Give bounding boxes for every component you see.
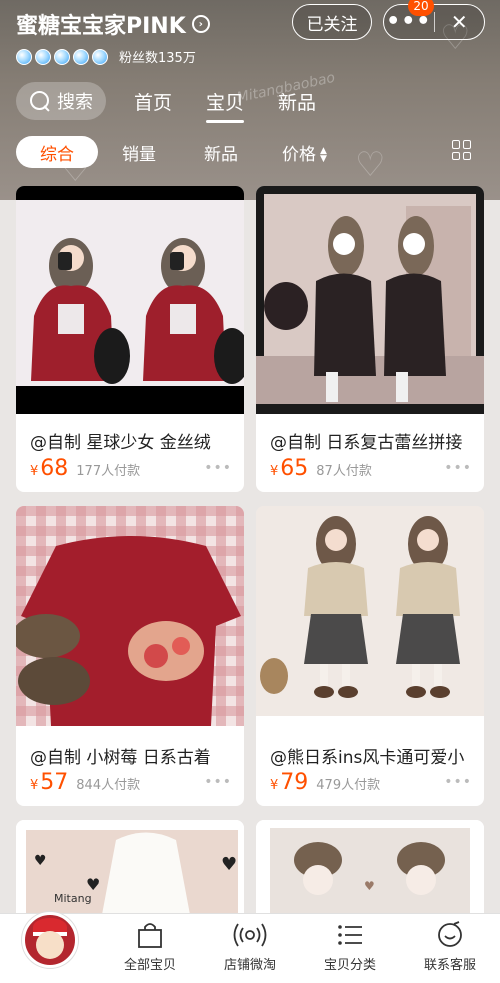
tab-products[interactable]: 宝贝 [206, 88, 245, 123]
filter-sales[interactable]: 销量 [122, 140, 156, 165]
shop-avatar[interactable] [22, 912, 78, 968]
product-title: @自制 星球少女 金丝绒 [30, 433, 211, 453]
filter-new[interactable]: 新品 [204, 140, 238, 165]
diamond-icon [35, 48, 51, 65]
product-price: 79 [280, 770, 309, 795]
nav-shop-feed-label: 店铺微淘 [223, 958, 276, 973]
search-button[interactable]: 搜索 [16, 82, 106, 120]
diamond-icon [54, 48, 70, 65]
currency-symbol: ¥ [270, 778, 279, 793]
filter-bar: 综合 销量 新品 价格 ▲ ▼ [0, 136, 500, 168]
product-title: @熊日系ins风卡通可爱小 [270, 748, 465, 768]
bottom-navigation: 全部宝贝 店铺微淘 宝贝分类 联系客服 [0, 912, 500, 983]
sold-count: 844人付款 [76, 778, 141, 793]
sold-count: 177人付款 [76, 464, 141, 479]
filter-comprehensive[interactable]: 综合 [16, 136, 98, 168]
nav-shop-feed[interactable]: 店铺微淘 [205, 920, 295, 973]
product-price: 57 [40, 770, 69, 795]
price-row: ¥ 65 87人付款 [270, 456, 372, 481]
diamond-icon [16, 48, 32, 65]
product-image [256, 506, 484, 716]
shop-level-row: 粉丝数135万 [16, 47, 196, 66]
mini-program-capsule: ••• ✕ [383, 4, 485, 40]
price-row: ¥ 57 844人付款 [30, 770, 140, 795]
more-options-icon[interactable]: ••• [444, 774, 472, 790]
close-icon[interactable]: ✕ [434, 10, 484, 34]
fans-count: 粉丝数135万 [119, 51, 196, 66]
shopping-bag-icon [105, 920, 195, 950]
product-card[interactable]: ♥ [256, 820, 484, 920]
search-label: 搜索 [57, 92, 93, 113]
sold-count: 479人付款 [316, 778, 381, 793]
price-row: ¥ 79 479人付款 [270, 770, 380, 795]
product-card[interactable]: @自制 小树莓 日系古着 ¥ 57 844人付款 ••• [16, 506, 244, 806]
product-photo [256, 506, 484, 716]
nav-categories[interactable]: 宝贝分类 [305, 920, 395, 973]
more-options-icon[interactable]: ••• [204, 460, 232, 476]
product-price: 65 [280, 456, 309, 481]
main-tabs: 首页 宝贝 新品 [134, 88, 316, 123]
product-photo: ♥ [256, 820, 484, 920]
nav-customer-service[interactable]: 联系客服 [405, 920, 495, 973]
nav-customer-service-label: 联系客服 [423, 958, 476, 973]
sold-count: 87人付款 [316, 464, 372, 479]
more-options-icon[interactable]: ••• [444, 460, 472, 476]
sort-arrows-icon: ▲ ▼ [320, 146, 327, 164]
shop-name-label: 蜜糖宝宝家PINK [16, 14, 186, 39]
product-photo: ♥ ♥ ♥ [16, 820, 244, 920]
avatar-face [36, 931, 64, 959]
svg-text:♥: ♥ [34, 853, 47, 869]
diamond-icon [92, 48, 108, 65]
grid-view-icon[interactable] [452, 140, 472, 160]
product-image [16, 186, 244, 414]
notification-badge: 20 [408, 0, 434, 16]
filter-price-label: 价格 [282, 145, 316, 165]
price-row: ¥ 68 177人付款 [30, 456, 140, 481]
nav-categories-label: 宝贝分类 [323, 958, 376, 973]
more-options-icon[interactable]: ••• [204, 774, 232, 790]
tab-home[interactable]: 首页 [134, 88, 172, 121]
product-photo [16, 506, 244, 726]
product-photo [256, 194, 484, 404]
product-title: @自制 日系复古蕾丝拼接 [270, 433, 463, 453]
currency-symbol: ¥ [30, 464, 39, 479]
diamond-icon [73, 48, 89, 65]
nav-all-products[interactable]: 全部宝贝 [105, 920, 195, 973]
tab-new[interactable]: 新品 [278, 88, 316, 121]
product-price: 68 [40, 456, 69, 481]
product-photo [16, 200, 244, 386]
product-card[interactable]: @自制 星球少女 金丝绒 ¥ 68 177人付款 ••• [16, 186, 244, 492]
currency-symbol: ¥ [270, 464, 279, 479]
image-watermark: Mitang [54, 892, 92, 905]
search-icon [29, 90, 51, 112]
product-image [256, 186, 484, 414]
product-image [16, 506, 244, 726]
filter-price[interactable]: 价格 ▲ ▼ [282, 140, 327, 165]
list-icon [305, 920, 395, 950]
currency-symbol: ¥ [30, 778, 39, 793]
product-card[interactable]: @自制 日系复古蕾丝拼接 ¥ 65 87人付款 ••• [256, 186, 484, 492]
svg-text:♥: ♥ [221, 854, 237, 875]
product-card[interactable]: @熊日系ins风卡通可爱小 ¥ 79 479人付款 ••• [256, 506, 484, 806]
broadcast-icon [205, 920, 295, 950]
product-card[interactable]: ♥ ♥ ♥ Mitang [16, 820, 244, 920]
product-title: @自制 小树莓 日系古着 [30, 748, 211, 768]
chevron-right-icon: › [191, 15, 210, 33]
shop-name[interactable]: 蜜糖宝宝家PINK › [16, 8, 210, 40]
chat-icon [405, 920, 495, 950]
svg-text:♥: ♥ [364, 879, 375, 893]
nav-all-products-label: 全部宝贝 [123, 958, 176, 973]
follow-button[interactable]: 已关注 [292, 4, 372, 40]
